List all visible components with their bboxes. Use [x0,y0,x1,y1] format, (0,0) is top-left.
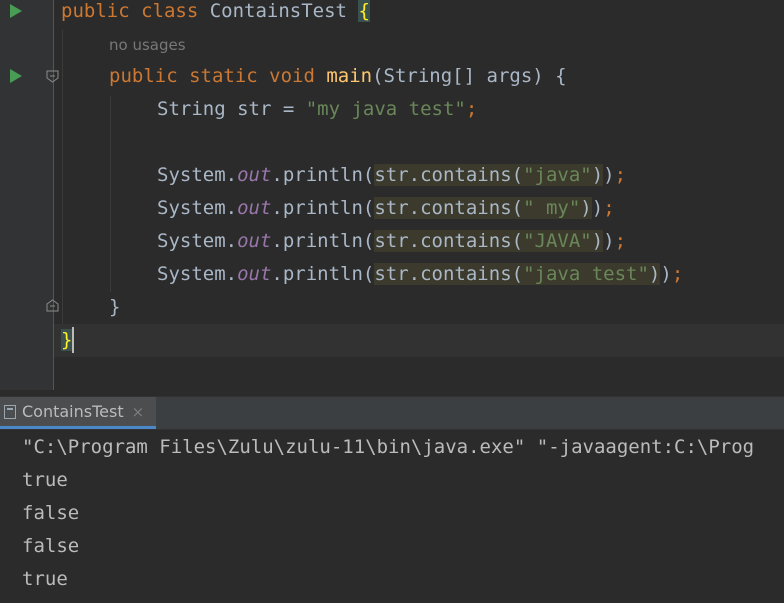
code-line-print-2: System.out.println(str.contains(" my")); [157,197,615,219]
console-line: false [22,535,80,557]
code-line-print-4: System.out.println(str.contains("java te… [157,263,684,285]
text-caret [72,327,74,353]
run-tool-window-header: ContainsTest × [0,396,784,430]
close-icon[interactable]: × [132,403,145,421]
code-line-print-3: System.out.println(str.contains("JAVA"))… [157,230,627,252]
code-editor[interactable]: public class ContainsTest { no usages pu… [0,0,784,390]
indent-guide [62,30,63,324]
code-line-close-class: } [61,329,73,351]
current-line-highlight [54,324,784,357]
indent-guide [110,96,111,292]
fold-end-icon[interactable] [46,299,59,312]
run-console-output[interactable]: "C:\Program Files\Zulu\zulu-11\bin\java.… [0,430,784,603]
code-line-close-method: } [109,296,121,318]
fold-icon[interactable] [46,70,59,83]
code-line-class: public class ContainsTest { [61,0,370,22]
run-main-icon[interactable] [10,69,22,83]
usages-hint[interactable]: no usages [109,34,186,56]
console-line-command: "C:\Program Files\Zulu\zulu-11\bin\java.… [22,436,755,458]
console-line: true [22,568,68,590]
code-line-print-1: System.out.println(str.contains("java"))… [157,164,627,186]
editor-gutter [0,0,54,390]
run-tab-containstest[interactable]: ContainsTest × [0,397,157,429]
code-line-main: public static void main(String[] args) { [109,65,567,87]
code-line-declaration: String str = "my java test"; [157,98,478,120]
run-class-icon[interactable] [10,4,22,18]
run-tab-label: ContainsTest [22,402,124,421]
console-line: false [22,502,80,524]
console-tab-icon [4,404,16,419]
console-line: true [22,469,68,491]
